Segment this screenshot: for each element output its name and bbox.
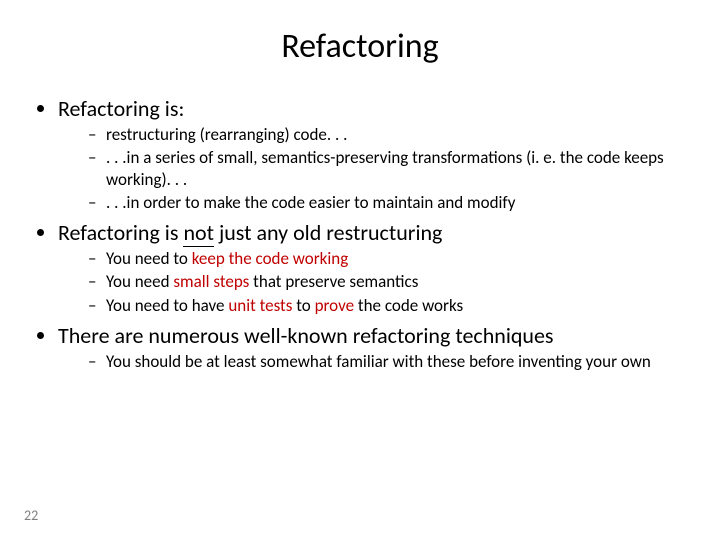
bullet-2-sub-1: You need to keep the code working xyxy=(88,248,690,269)
slide-title: Refactoring xyxy=(30,26,690,67)
bullet-2-sub-3-post2: the code works xyxy=(354,295,463,316)
bullet-3-sublist: You should be at least somewhat familiar… xyxy=(58,351,690,372)
bullet-2-sub-2-post: that preserve semantics xyxy=(249,271,418,292)
bullet-2: Refactoring is not just any old restruct… xyxy=(58,219,690,316)
bullet-1: Refactoring is: restructuring (rearrangi… xyxy=(58,95,690,213)
bullet-2-heading-not: not xyxy=(183,219,214,247)
bullet-1-sub-2: . . .in a series of small, semantics-pre… xyxy=(88,147,690,190)
bullet-1-sublist: restructuring (rearranging) code. . . . … xyxy=(58,124,690,213)
bullet-2-sub-3-em2: prove xyxy=(315,295,354,316)
page-number: 22 xyxy=(24,507,38,524)
bullet-1-sub-3: . . .in order to make the code easier to… xyxy=(88,192,690,213)
bullet-3-heading: There are numerous well-known refactorin… xyxy=(58,322,554,349)
bullet-2-heading-pre: Refactoring is xyxy=(58,219,183,246)
bullet-3: There are numerous well-known refactorin… xyxy=(58,322,690,372)
bullet-2-sublist: You need to keep the code working You ne… xyxy=(58,248,690,316)
bullet-2-sub-3: You need to have unit tests to prove the… xyxy=(88,295,690,316)
bullet-2-sub-3-post: to xyxy=(292,295,314,316)
bullet-2-sub-3-pre: You need to have xyxy=(106,295,228,316)
bullet-1-sub-1: restructuring (rearranging) code. . . xyxy=(88,124,690,145)
bullet-list: Refactoring is: restructuring (rearrangi… xyxy=(30,95,690,372)
bullet-2-heading-post: just any old restructuring xyxy=(214,219,442,246)
bullet-2-sub-1-pre: You need to xyxy=(106,248,192,269)
bullet-2-sub-3-em: unit tests xyxy=(228,295,292,316)
slide: Refactoring Refactoring is: restructurin… xyxy=(0,0,720,540)
bullet-2-sub-1-em: keep the code working xyxy=(192,248,349,269)
bullet-2-sub-2-em: small steps xyxy=(173,271,249,292)
bullet-2-sub-2-pre: You need xyxy=(106,271,173,292)
bullet-3-sub-1: You should be at least somewhat familiar… xyxy=(88,351,690,372)
bullet-1-heading: Refactoring is: xyxy=(58,95,184,122)
bullet-2-sub-2: You need small steps that preserve seman… xyxy=(88,271,690,292)
